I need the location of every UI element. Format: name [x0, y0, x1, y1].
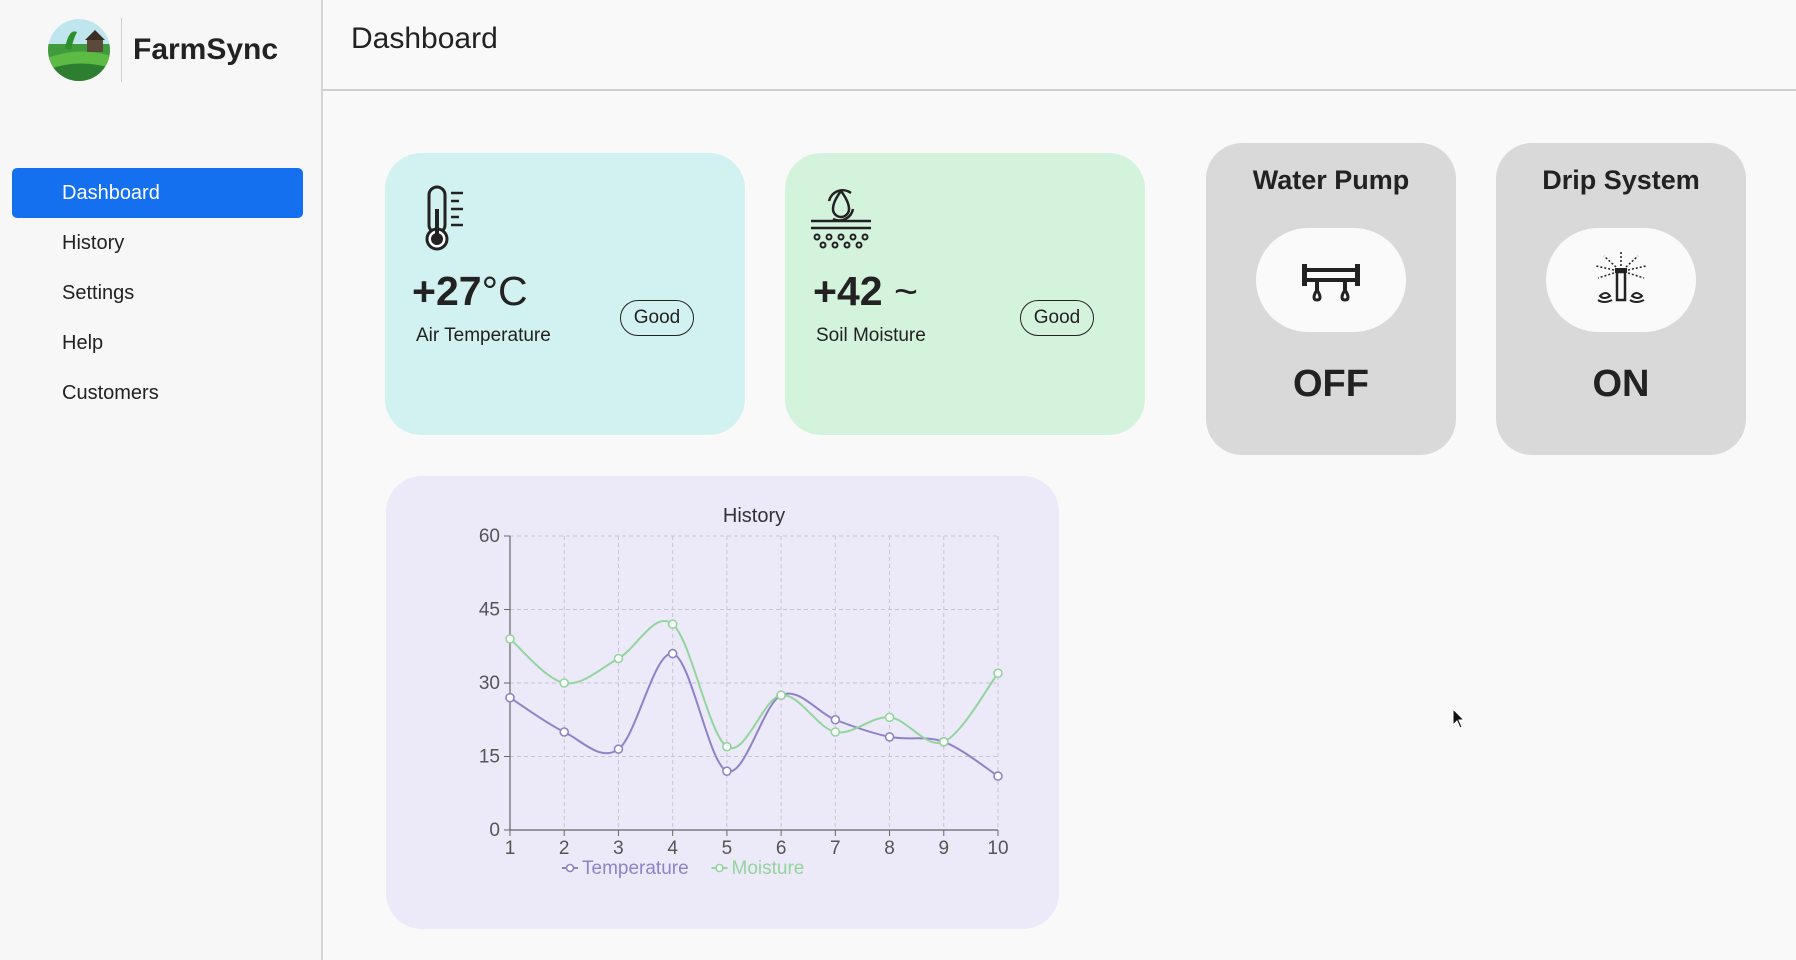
temperature-legend-marker — [565, 863, 575, 873]
temperature-data-point — [830, 714, 841, 725]
water-pump-state: OFF — [1293, 363, 1369, 405]
x-tick-label: 9 — [938, 838, 949, 859]
temperature-legend-label: Temperature — [582, 858, 689, 879]
soil-moisture-label: Soil Moisture — [816, 325, 926, 346]
x-tick-label: 6 — [776, 838, 787, 859]
sidebar-item-help[interactable]: Help — [12, 318, 303, 368]
thermometer-icon — [425, 185, 463, 251]
drip-system-card: Drip System ON — [1496, 143, 1746, 455]
air-temperature-status-badge: Good — [620, 300, 694, 336]
x-tick-label: 5 — [722, 838, 733, 859]
x-tick-label: 2 — [559, 838, 570, 859]
air-temperature-value: +27°C — [412, 268, 528, 315]
soil-moisture-card: +42 ~ Soil Moisture Good — [785, 153, 1145, 435]
sidebar-item-dashboard[interactable]: Dashboard — [12, 168, 303, 218]
moisture-series-line — [509, 620, 999, 750]
sidebar-item-history[interactable]: History — [12, 218, 303, 268]
sidebar-item-customers[interactable]: Customers — [12, 368, 303, 418]
moisture-data-point — [776, 690, 786, 701]
chart-title: History — [723, 505, 785, 527]
x-tick-label: 3 — [613, 838, 624, 859]
moisture-data-point — [505, 634, 515, 644]
y-tick-label: 30 — [479, 673, 500, 694]
soil-moisture-number: +42 — [813, 268, 883, 314]
brand-divider — [121, 18, 122, 82]
sidebar: FarmSync Dashboard History Settings Help… — [0, 0, 323, 960]
air-temperature-unit: °C — [481, 268, 528, 314]
sidebar-nav: Dashboard History Settings Help Customer… — [12, 168, 303, 418]
soil-moisture-value: +42 ~ — [813, 268, 918, 315]
moisture-data-point — [938, 736, 949, 747]
x-tick-label: 7 — [830, 838, 841, 859]
soil-moisture-icon — [811, 188, 871, 249]
moisture-data-point — [667, 619, 678, 629]
air-temperature-number: +27 — [412, 268, 482, 314]
temperature-series-line — [509, 652, 999, 777]
drip-system-title: Drip System — [1542, 165, 1700, 195]
moisture-legend-marker — [715, 863, 724, 873]
sprinkler-icon — [1595, 252, 1647, 303]
x-tick-label: 10 — [987, 838, 1008, 859]
moisture-data-point — [830, 727, 841, 737]
temperature-data-point — [559, 727, 570, 737]
air-temperature-card: +27°C Air Temperature Good — [385, 153, 745, 435]
y-tick-label: 15 — [479, 747, 500, 768]
app-name: FarmSync — [133, 33, 279, 66]
temperature-data-point — [505, 692, 515, 703]
header: Dashboard — [323, 0, 1796, 91]
air-temperature-label: Air Temperature — [416, 325, 551, 346]
page-title: Dashboard — [351, 22, 498, 55]
moisture-data-point — [559, 678, 570, 688]
history-chart-card: History 0 15 30 45 60 1 2 3 4 5 6 7 8 9 10 Temperature Mo… — [386, 476, 1059, 929]
sidebar-item-settings[interactable]: Settings — [12, 268, 303, 318]
temperature-data-point — [722, 766, 732, 777]
drip-system-toggle-button[interactable] — [1546, 228, 1696, 332]
brand[interactable]: FarmSync — [47, 18, 278, 82]
moisture-legend-label: Moisture — [732, 858, 805, 879]
water-pump-card: Water Pump OFF — [1206, 143, 1456, 455]
moisture-data-point — [993, 668, 1003, 678]
pipe-valve-icon — [1302, 264, 1360, 302]
moisture-data-point — [613, 653, 624, 664]
farm-logo-icon — [48, 19, 110, 81]
x-tick-label: 4 — [667, 838, 678, 859]
history-chart: History0153045601 2 3 4 5 6 7 8 9 10Temperature Mo… — [479, 505, 1009, 879]
x-tick-label: 1 — [505, 838, 516, 859]
temperature-data-point — [613, 744, 624, 754]
moisture-data-point — [884, 712, 895, 723]
temperature-data-point — [884, 732, 895, 742]
mouse-cursor-icon — [1452, 708, 1466, 729]
x-tick-label: 8 — [884, 838, 895, 859]
water-pump-toggle-button[interactable] — [1256, 228, 1406, 332]
moisture-data-point — [722, 741, 732, 752]
y-tick-label: 45 — [479, 600, 500, 621]
temperature-data-point — [667, 648, 678, 659]
drip-system-state: ON — [1592, 363, 1650, 405]
temperature-data-point — [993, 771, 1003, 781]
soil-moisture-unit: ~ — [893, 268, 918, 314]
water-pump-title: Water Pump — [1252, 165, 1410, 195]
y-tick-label: 0 — [489, 820, 500, 841]
soil-moisture-status-badge: Good — [1020, 300, 1094, 336]
y-tick-label: 60 — [479, 526, 500, 547]
